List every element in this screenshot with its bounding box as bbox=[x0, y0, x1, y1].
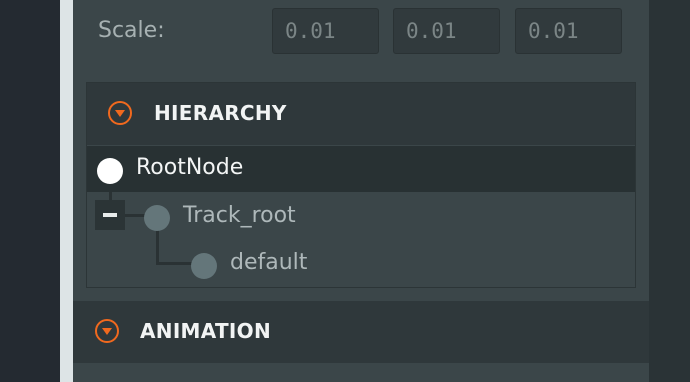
chevron-down-circle-icon[interactable] bbox=[108, 101, 132, 125]
scale-y-input[interactable]: 0.01 bbox=[393, 8, 500, 54]
collapse-toggle-button[interactable] bbox=[95, 200, 125, 230]
node-dot-icon bbox=[97, 158, 123, 184]
panel-scrollbar-track[interactable] bbox=[649, 0, 690, 382]
panel-content-below bbox=[73, 368, 649, 382]
animation-title: ANIMATION bbox=[140, 319, 272, 343]
hierarchy-title: HIERARCHY bbox=[154, 101, 287, 125]
chevron-down-circle-icon[interactable] bbox=[95, 319, 119, 343]
scale-x-input[interactable]: 0.01 bbox=[272, 8, 379, 54]
scale-z-input[interactable]: 0.01 bbox=[515, 8, 622, 54]
animation-header[interactable]: ANIMATION bbox=[73, 301, 649, 363]
tree-item-label: Track_root bbox=[183, 203, 296, 228]
tree-item-label: default bbox=[230, 250, 308, 275]
tree-item-label: RootNode bbox=[136, 155, 244, 180]
node-dot-icon bbox=[191, 253, 217, 279]
hierarchy-header[interactable]: HIERARCHY bbox=[87, 83, 635, 145]
tree-item-default[interactable]: default bbox=[187, 245, 635, 285]
node-dot-icon bbox=[144, 205, 170, 231]
viewport-background bbox=[0, 0, 60, 382]
scale-label: Scale: bbox=[98, 18, 165, 43]
tree-item-rootnode[interactable]: RootNode bbox=[87, 146, 635, 192]
tree-item-track-root[interactable]: Track_root bbox=[140, 198, 635, 238]
